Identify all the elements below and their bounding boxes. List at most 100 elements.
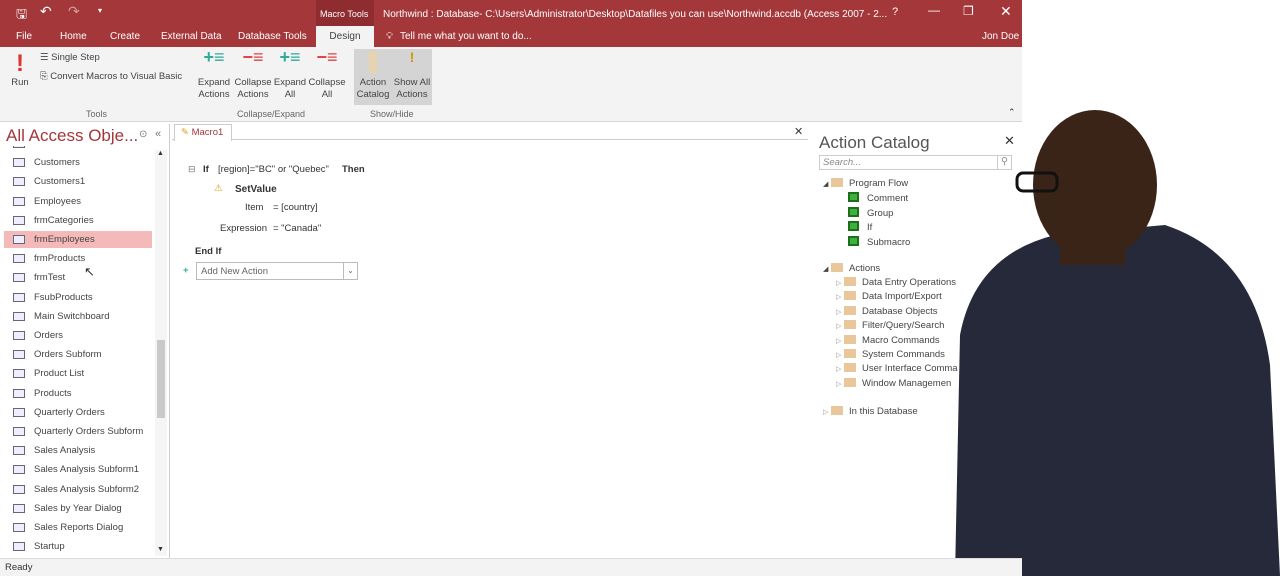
expand-arrow-icon[interactable]: ▷: [836, 294, 841, 301]
nav-item[interactable]: Customer Phone List: [4, 146, 152, 152]
catalog-action-category[interactable]: ▷ System Commands: [836, 349, 945, 360]
nav-item-label: Sales Analysis Subform1: [34, 464, 140, 476]
flow-icon: [848, 206, 859, 217]
tab-macro1[interactable]: ✎ Macro1: [174, 124, 232, 141]
nav-item[interactable]: Product List: [4, 365, 152, 382]
item-value[interactable]: = [country]: [273, 202, 318, 213]
tree-actions[interactable]: ◢ Actions: [823, 263, 880, 274]
nav-item[interactable]: Customers: [4, 154, 152, 171]
expand-arrow-icon[interactable]: ▷: [836, 323, 841, 330]
tab-file[interactable]: File: [16, 31, 32, 42]
nav-item[interactable]: Orders: [4, 327, 152, 344]
nav-menu-icon[interactable]: ⊙: [139, 129, 147, 140]
nav-item[interactable]: Sales Analysis Subform2: [4, 481, 152, 498]
catalog-flow-item[interactable]: If: [848, 221, 872, 233]
nav-item[interactable]: frmProducts: [4, 250, 152, 267]
label: Expand: [197, 77, 231, 88]
action-name[interactable]: SetValue: [235, 184, 277, 195]
catalog-flow-item[interactable]: Comment: [848, 192, 908, 204]
navigation-pane: All Access Obje... ⊙ « Customer Phone Li…: [0, 124, 170, 558]
collapse-actions-button[interactable]: −≡ Collapse Actions: [233, 48, 273, 101]
action-catalog-button[interactable]: Action Catalog: [355, 51, 391, 101]
expand-actions-button[interactable]: +≡ Expand Actions: [196, 47, 232, 101]
catalog-flow-item[interactable]: Submacro: [848, 235, 910, 248]
collapse-all-button[interactable]: −≡ Collapse All: [308, 48, 346, 101]
tell-me-input[interactable]: Tell me what you want to do...: [400, 31, 532, 42]
nav-item[interactable]: frmTest: [4, 269, 152, 286]
expand-arrow-icon[interactable]: ▷: [836, 338, 841, 345]
minimize-button[interactable]: —: [928, 3, 940, 17]
nav-item[interactable]: FsubProducts: [4, 289, 152, 306]
close-button[interactable]: ✕: [1000, 3, 1012, 20]
tree-in-this-database[interactable]: ▷ In this Database: [823, 406, 918, 417]
nav-item[interactable]: Startup: [4, 538, 152, 555]
expand-icon: +≡: [203, 47, 225, 67]
form-icon: [13, 503, 25, 513]
catalog-action-category[interactable]: ▷ Data Import/Export: [836, 291, 942, 302]
restore-button[interactable]: ❐: [963, 4, 974, 18]
nav-item[interactable]: Employees: [4, 193, 152, 210]
folder-icon: [844, 320, 857, 330]
dropdown-chevron-icon[interactable]: ⌄: [343, 263, 357, 279]
expand-all-button[interactable]: +≡ Expand All: [273, 47, 307, 101]
nav-item[interactable]: Sales Analysis Subform1: [4, 461, 152, 478]
nav-item[interactable]: Orders Subform: [4, 346, 152, 363]
catalog-flow-item[interactable]: Group: [848, 206, 893, 219]
nav-title[interactable]: All Access Obje...: [6, 126, 138, 146]
expand-all-icon: +≡: [279, 47, 301, 67]
scroll-thumb[interactable]: [157, 340, 165, 418]
tab-design[interactable]: Design: [316, 26, 374, 47]
show-all-actions-button[interactable]: ! Show All Actions: [392, 50, 432, 101]
nav-item[interactable]: Sales Reports Dialog: [4, 519, 152, 536]
presenter-video-overlay: [955, 110, 1280, 576]
nav-item[interactable]: Sales by Year Dialog: [4, 500, 152, 517]
tab-create[interactable]: Create: [110, 31, 140, 42]
expand-arrow-icon[interactable]: ▷: [836, 309, 841, 316]
expand-arrow-icon[interactable]: ▷: [836, 280, 841, 287]
catalog-action-category[interactable]: ▷ Window Managemen: [836, 377, 951, 389]
nav-item[interactable]: Sales Analysis: [4, 442, 152, 459]
nav-item[interactable]: Customers1: [4, 173, 152, 190]
nav-item[interactable]: frmEmployees: [4, 231, 152, 248]
add-new-action-combo[interactable]: Add New Action ⌄: [196, 262, 358, 280]
expand-arrow-icon[interactable]: ▷: [836, 352, 841, 359]
form-icon: [13, 235, 25, 244]
user-name[interactable]: Jon Doe: [982, 31, 1019, 42]
nav-item[interactable]: frmCategories: [4, 212, 152, 229]
tab-external-data[interactable]: External Data: [161, 31, 222, 42]
tab-database-tools[interactable]: Database Tools: [238, 31, 307, 42]
run-button[interactable]: ! Run: [8, 51, 32, 89]
help-button[interactable]: ?: [892, 6, 898, 18]
close-doc-button[interactable]: ✕: [794, 125, 803, 138]
folder-icon: [831, 406, 844, 415]
nav-scrollbar[interactable]: ▲ ▼: [155, 150, 167, 556]
scroll-down-icon[interactable]: ▼: [157, 546, 164, 553]
nav-item[interactable]: Quarterly Orders: [4, 404, 152, 421]
shutter-bar-icon[interactable]: «: [155, 128, 161, 140]
run-label: Run: [11, 77, 29, 88]
folder-icon: [844, 305, 857, 315]
single-step-icon: ☰: [40, 52, 49, 63]
nav-item[interactable]: Products: [4, 385, 152, 402]
if-condition[interactable]: [region]="BC" or "Quebec": [218, 164, 329, 175]
convert-macros-button[interactable]: ⎘ Convert Macros to Visual Basic: [40, 71, 182, 83]
expand-arrow-icon[interactable]: ▷: [836, 366, 841, 373]
tree-program-flow[interactable]: ◢ Program Flow: [823, 178, 908, 189]
catalog-action-category[interactable]: ▷ Macro Commands: [836, 334, 940, 346]
customize-toolbar-icon[interactable]: ▾: [98, 6, 102, 15]
undo-icon[interactable]: ↶: [40, 3, 52, 20]
expression-value[interactable]: = "Canada": [273, 223, 321, 234]
ribbon: ! Run ☰ Single Step ⎘ Convert Macros to …: [0, 47, 1022, 122]
nav-item[interactable]: Main Switchboard: [4, 308, 152, 325]
tab-home[interactable]: Home: [60, 31, 87, 42]
collapse-block-icon[interactable]: ⊟: [188, 164, 196, 175]
scroll-up-icon[interactable]: ▲: [157, 150, 164, 157]
save-icon[interactable]: 🖫: [16, 5, 27, 27]
expand-arrow-icon[interactable]: ▷: [836, 381, 841, 388]
catalog-action-category[interactable]: ▷ Filter/Query/Search: [836, 320, 944, 331]
nav-item[interactable]: Quarterly Orders Subform: [4, 423, 152, 440]
redo-icon[interactable]: ↷: [68, 3, 80, 20]
single-step-button[interactable]: ☰ Single Step: [40, 52, 100, 64]
label: Actions: [849, 263, 881, 274]
catalog-action-category[interactable]: ▷ Database Objects: [836, 305, 938, 317]
